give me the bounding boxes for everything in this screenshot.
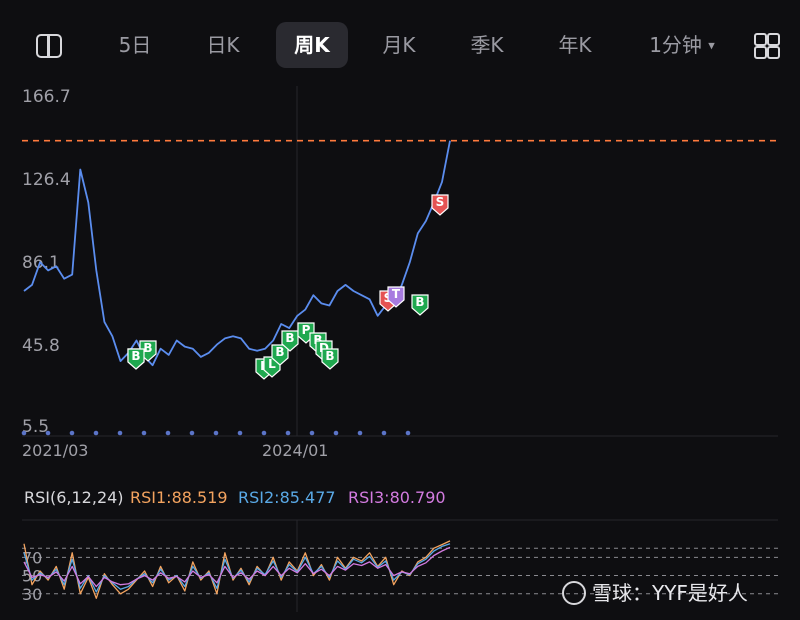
baseline-dot: [213, 430, 219, 436]
trade-marker-label: P: [302, 323, 311, 337]
trade-marker-label: B: [275, 345, 284, 359]
y-tick-label: 45.8: [22, 336, 60, 356]
trade-marker-label: B: [143, 341, 152, 355]
baseline-dot: [381, 430, 387, 436]
baseline-dot: [69, 430, 75, 436]
trade-marker-label: B: [415, 295, 424, 309]
trade-marker-label: B: [285, 331, 294, 345]
baseline-dot: [165, 430, 171, 436]
rsi-legend-rsi1: RSI1:88.519: [130, 488, 228, 507]
baseline-dot: [333, 430, 339, 436]
rsi-series-rsi1: [23, 540, 451, 599]
snowball-logo-icon: [562, 581, 586, 605]
y-tick-label: 166.7: [22, 87, 71, 107]
baseline-dot: [45, 430, 51, 436]
baseline-dot: [405, 430, 411, 436]
baseline-dot: [21, 430, 27, 436]
x-tick-label: 2024/01: [262, 441, 328, 460]
baseline-dot: [93, 430, 99, 436]
price-series-line: [23, 140, 451, 367]
trade-marker-label: B: [131, 349, 140, 363]
trade-marker-label: B: [325, 349, 334, 363]
baseline-dot: [357, 430, 363, 436]
baseline-dot: [261, 430, 267, 436]
baseline-dot: [285, 430, 291, 436]
rsi-series-rsi3: [23, 546, 451, 588]
baseline-dot: [309, 430, 315, 436]
baseline-dot: [117, 430, 123, 436]
baseline-dot: [189, 430, 195, 436]
y-tick-label: 126.4: [22, 170, 71, 190]
rsi-legend-rsi2: RSI2:85.477: [238, 488, 336, 507]
trade-marker-label: S: [436, 195, 445, 209]
rsi-y-tick-label: 30: [22, 585, 42, 604]
rsi-legend-rsi3: RSI3:80.790: [348, 488, 446, 507]
watermark-text: 雪球：YYF是好人: [592, 581, 748, 605]
baseline-dot: [237, 430, 243, 436]
trade-marker-label: T: [392, 287, 401, 301]
rsi-title: RSI(6,12,24): [24, 488, 124, 507]
baseline-dot: [141, 430, 147, 436]
price-chart: 166.7126.486.145.85.52021/032024/01BBBLL…: [21, 86, 778, 612]
x-tick-label: 2021/03: [22, 441, 88, 460]
rsi-series-rsi2: [23, 543, 451, 593]
